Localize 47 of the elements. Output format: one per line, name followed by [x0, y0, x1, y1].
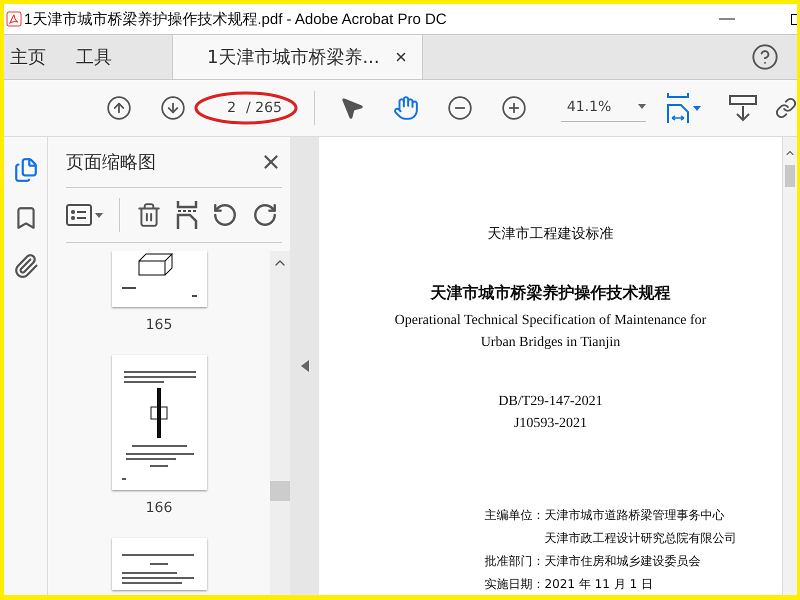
rotate-left-button[interactable] [212, 202, 238, 228]
window-title: 1天津市城市桥梁养护操作技术规程.pdf - Adobe Acrobat Pro DC [24, 10, 448, 28]
info-label: 实施日期： [484, 576, 544, 593]
maximize-icon[interactable] [791, 12, 797, 26]
info-label: 主编单位： [484, 507, 544, 524]
info-value: 天津市政工程设计研究总院有限公司 [544, 530, 736, 547]
standard-code: J10593-2021 [514, 415, 588, 433]
document-title: 天津市城市桥梁养护操作技术规程 [430, 283, 670, 304]
fit-width-button[interactable] [666, 93, 701, 123]
previous-page-button[interactable] [106, 95, 132, 121]
info-value: 2021 年 11 月 1 日 [544, 576, 654, 593]
page-number-label: 165 [146, 317, 172, 333]
tab[interactable]: 工具 [70, 35, 126, 79]
panel-title: 页面缩略图 [66, 151, 156, 174]
thumbnail-scrollbar[interactable] [270, 251, 290, 595]
options-button[interactable] [66, 204, 103, 226]
crop-pages-button[interactable] [176, 201, 198, 229]
link-button[interactable] [775, 97, 797, 119]
collapse-panel-icon[interactable] [300, 360, 308, 372]
delete-button[interactable] [136, 202, 162, 228]
tab[interactable]: 1天津市城市桥梁养... [172, 35, 423, 79]
english-title-line: Operational Technical Specification of Maintenance for [394, 312, 706, 330]
document-scrollbar[interactable] [782, 137, 797, 595]
page-thumbnail[interactable] [112, 355, 206, 490]
hand-tool-button[interactable] [392, 95, 419, 121]
page-total: / 265 [246, 100, 282, 116]
page-number-field[interactable]: 2 [210, 100, 236, 116]
zoom-in-button[interactable] [500, 95, 527, 121]
page-number-label: 166 [146, 500, 172, 516]
english-title-line: Urban Bridges in Tianjin [480, 334, 620, 352]
standard-code: DB/T29-147-2021 [498, 393, 603, 411]
info-label: 批准部门： [484, 553, 544, 570]
scroll-thumb[interactable] [270, 481, 290, 501]
pages-button[interactable] [12, 157, 38, 183]
keyboard-down-button[interactable] [729, 94, 757, 122]
next-page-button[interactable] [160, 95, 186, 121]
zoom-out-button[interactable] [446, 95, 473, 121]
paperclip-button[interactable] [12, 253, 38, 279]
zoom-dropdown[interactable]: 41.1% [560, 94, 646, 122]
tab[interactable]: 主页 [4, 35, 60, 79]
page-thumbnail[interactable] [112, 251, 206, 307]
page-thumbnail[interactable] [112, 538, 206, 590]
rotate-right-button[interactable] [252, 202, 278, 228]
scroll-thumb[interactable] [785, 165, 795, 187]
info-value: 天津市住房和城乡建设委员会 [544, 553, 702, 570]
document-heading: 天津市工程建设标准 [488, 225, 614, 243]
info-value: 天津市城市道路桥梁管理事务中心 [544, 507, 726, 524]
